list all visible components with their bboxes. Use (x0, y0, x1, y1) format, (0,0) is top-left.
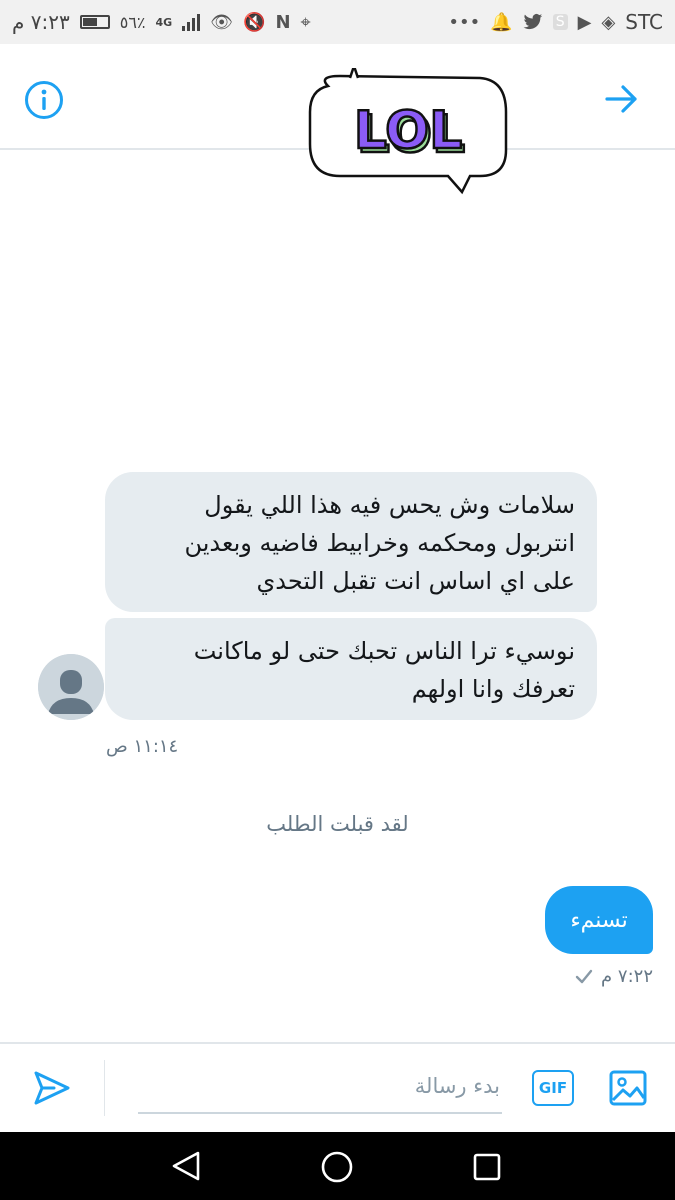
message-line: تعرفك وانا اولهم (411, 675, 575, 703)
sticker-text: LOL (354, 101, 463, 161)
arrow-right-icon[interactable] (603, 80, 641, 118)
composer-divider (104, 1060, 105, 1116)
message-line: سلامات وش يحس فيه هذا اللي يقول (204, 491, 575, 519)
stc-icon: ◈ (601, 11, 616, 33)
avatar[interactable] (38, 654, 104, 720)
outgoing-meta: ٧:٢٢ م (575, 966, 653, 987)
recent-apps-icon[interactable] (472, 1152, 502, 1182)
bell-icon: 🔔 (490, 11, 513, 33)
battery-icon (79, 15, 110, 29)
status-bar: ٧:٢٣ م ٥٦٪ 4G 👁 🔇 N ⌖ ••• 🔔 S ▶ ◈ STC (0, 0, 675, 44)
network-type: 4G (155, 15, 173, 29)
signal-icon (182, 13, 201, 31)
twitter-icon (523, 13, 542, 30)
checkmark-icon (575, 969, 593, 983)
outgoing-timestamp: ٧:٢٢ م (601, 966, 653, 987)
message-input[interactable] (138, 1060, 502, 1114)
battery-percent: ٥٦٪ (119, 12, 146, 32)
location-icon: ⌖ (300, 11, 311, 33)
message-line: انتربول ومحكمه وخرابيط فاضيه وبعدين (184, 529, 575, 557)
incoming-message-1[interactable]: سلامات وش يحس فيه هذا اللي يقول انتربول … (105, 472, 597, 612)
s-app-icon: S (552, 14, 568, 30)
gif-button[interactable]: GIF (532, 1070, 574, 1106)
incoming-message-2[interactable]: نوسيء ترا الناس تحبك حتى لو ماكانت تعرفك… (105, 618, 597, 720)
carrier-name: STC (625, 10, 663, 34)
default-avatar-icon (38, 654, 104, 720)
message-composer: GIF (0, 1042, 675, 1132)
status-right: ••• 🔔 S ▶ ◈ STC (448, 10, 663, 34)
conversation-header: LOL LOL (0, 44, 675, 195)
status-time: ٧:٢٣ م (12, 10, 70, 34)
nfc-icon: N (275, 11, 291, 33)
message-line: على اي اساس انت تقبل التحدي (256, 567, 575, 595)
navigation-bar (0, 1132, 675, 1200)
status-left: ٧:٢٣ م ٥٦٪ 4G 👁 🔇 N ⌖ (12, 10, 311, 34)
gif-label: GIF (538, 1079, 568, 1097)
mute-icon: 🔇 (243, 11, 266, 33)
eye-icon: 👁 (210, 11, 234, 33)
outgoing-message[interactable]: تسنمء (545, 886, 653, 954)
message-line: نوسيء ترا الناس تحبك حتى لو ماكانت (193, 637, 575, 665)
send-icon[interactable] (32, 1068, 72, 1108)
incoming-timestamp: ١١:١٤ ص (106, 736, 179, 757)
info-icon[interactable] (24, 80, 64, 120)
more-notifications-icon: ••• (448, 11, 481, 33)
message-text: تسنمء (570, 907, 628, 933)
home-icon[interactable] (320, 1150, 354, 1184)
system-notice: لقد قبلت الطلب (266, 812, 409, 836)
lol-sticker: LOL LOL (308, 68, 508, 195)
image-icon[interactable] (608, 1068, 648, 1108)
youtube-icon: ▶ (577, 11, 592, 33)
back-icon[interactable] (170, 1150, 204, 1182)
